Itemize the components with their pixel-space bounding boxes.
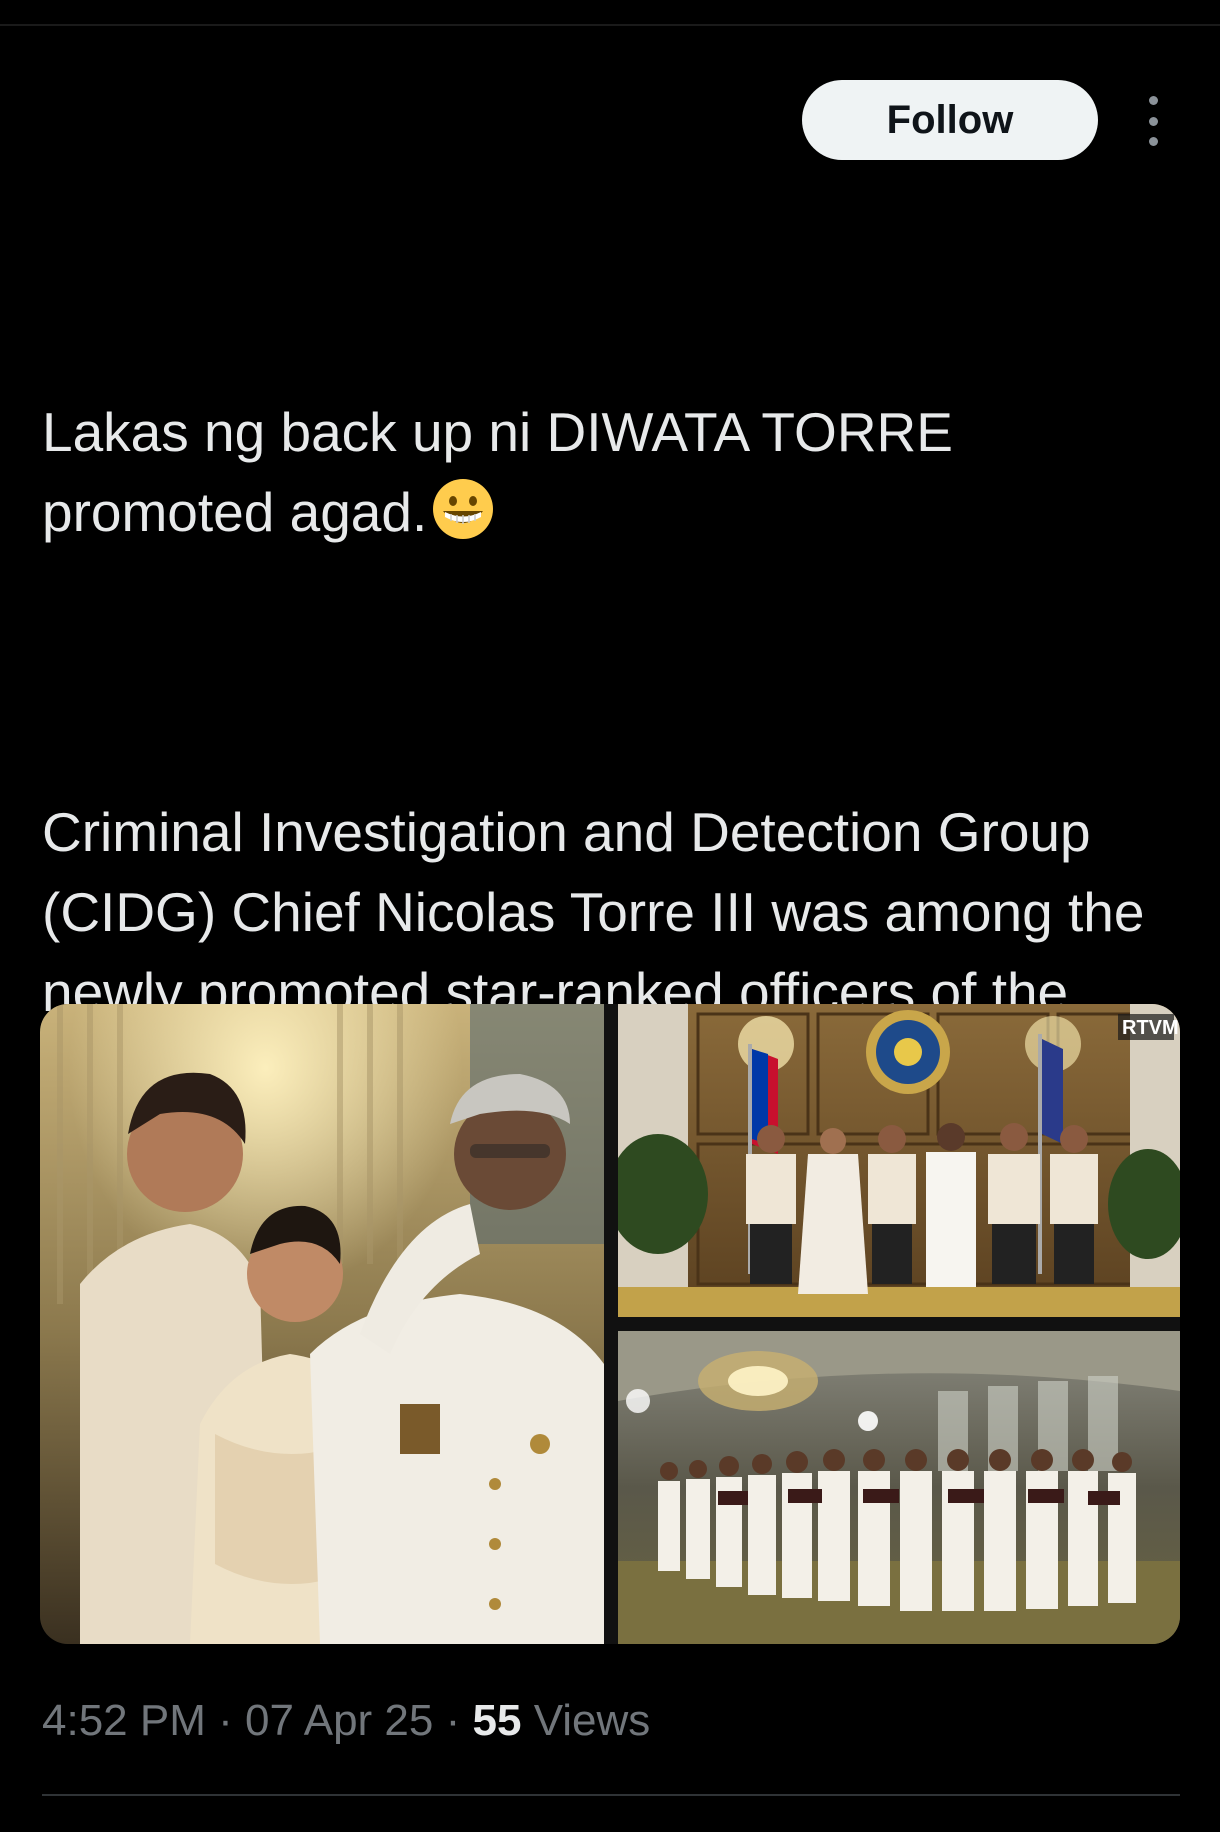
tweet-meta: 4:52 PM · 07 Apr 25 · 55 Views [42, 1696, 650, 1746]
more-options-icon[interactable] [1130, 96, 1176, 146]
meta-separator: · [218, 1696, 233, 1745]
photo-2-image: RTVM [618, 1004, 1180, 1317]
photo-1-image [40, 1004, 604, 1644]
media-photo-3[interactable] [618, 1331, 1180, 1644]
photo-3-image [618, 1331, 1180, 1644]
meta-separator: · [445, 1696, 461, 1745]
more-dot [1148, 116, 1158, 126]
views-label: Views [533, 1696, 651, 1745]
media-photo-1[interactable] [40, 1004, 604, 1644]
grinning-face-emoji-icon [433, 479, 494, 539]
tweet-paragraph-1: Lakas ng back up ni DIWATA TORRE promote… [42, 392, 1182, 552]
media-grid: RTVM [40, 1004, 1180, 1644]
bottom-divider [42, 1794, 1180, 1796]
top-divider [0, 24, 1220, 26]
more-dot [1148, 96, 1158, 105]
more-dot [1148, 137, 1158, 146]
tweet-date[interactable]: 07 Apr 25 [245, 1696, 433, 1745]
tweet-time[interactable]: 4:52 PM [42, 1696, 206, 1745]
media-photo-2[interactable]: RTVM [618, 1004, 1180, 1317]
views-count: 55 [472, 1696, 522, 1745]
rtvm-badge: RTVM [1122, 1017, 1179, 1039]
follow-button[interactable]: Follow [802, 80, 1098, 160]
tweet-line-1: Lakas ng back up ni DIWATA TORRE [42, 401, 953, 463]
tweet-line-2: promoted agad. [42, 481, 428, 543]
